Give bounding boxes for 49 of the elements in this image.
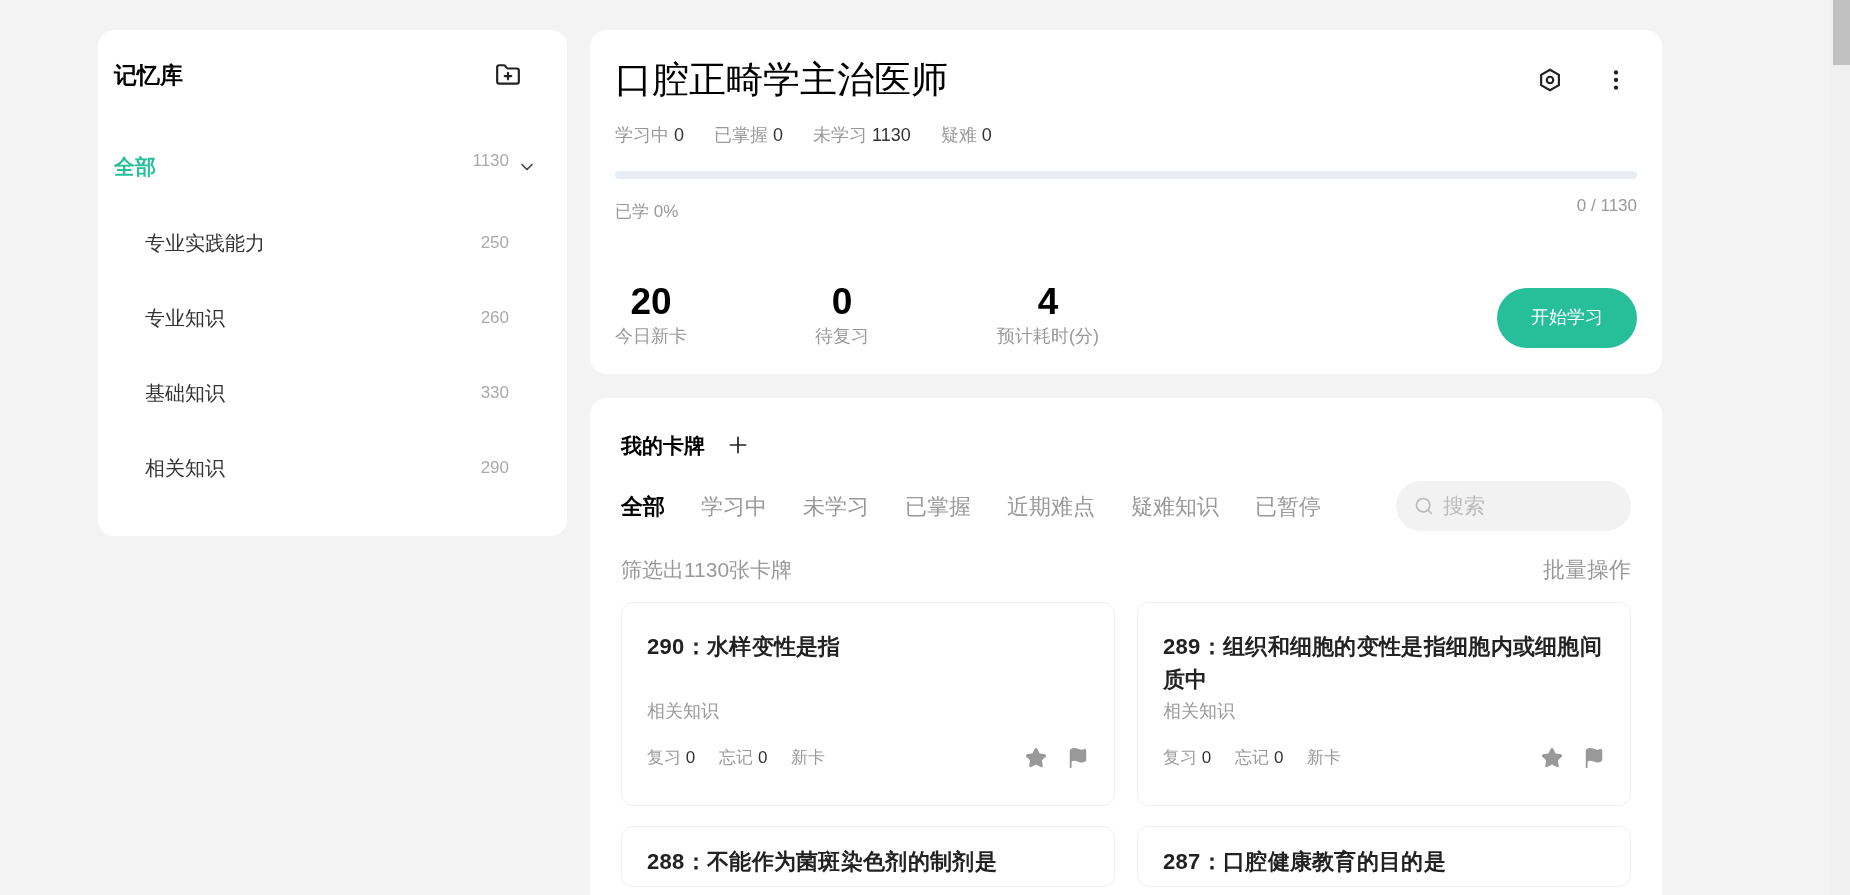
item-count: 290 [480, 457, 509, 480]
filter-summary: 筛选出1130张卡牌 [621, 556, 793, 583]
settings-icon[interactable] [1537, 67, 1563, 93]
forget-count: 忘记 0 [719, 747, 768, 769]
search-icon [1414, 496, 1434, 516]
deck-title: 口腔正畸学主治医师 [615, 58, 948, 102]
scrollbar-thumb[interactable] [1833, 0, 1850, 65]
card-status: 新卡 [1307, 747, 1342, 769]
flash-card[interactable]: 289：组织和细胞的变性是指细胞内或细胞间质中 相关知识 复习 0 忘记 0 新卡 [1137, 602, 1631, 806]
filter-tab[interactable]: 全部 [621, 489, 665, 523]
flash-card[interactable]: 287：口腔健康教育的目的是 [1137, 825, 1631, 887]
star-icon[interactable] [1025, 746, 1047, 769]
stat-number: 0 [831, 280, 853, 323]
stat-text: 学习中 0 [615, 124, 685, 147]
card-title: 287：口腔健康教育的目的是 [1163, 847, 1447, 876]
flash-card[interactable]: 288：不能作为菌斑染色剂的制剂是 [621, 825, 1115, 887]
card-category: 相关知识 [647, 700, 720, 723]
star-icon[interactable] [1541, 746, 1563, 769]
flash-card[interactable]: 290：水样变性是指 相关知识 复习 0 忘记 0 新卡 [621, 602, 1115, 806]
stat-text: 未学习 1130 [813, 124, 911, 147]
progress-reading: 0 / 1130 [1576, 195, 1637, 217]
stat-text: 疑难 0 [940, 124, 992, 147]
tree-item[interactable]: 基础知识 330 [114, 355, 551, 431]
tree-item[interactable]: 专业实践能力 250 [114, 205, 551, 281]
tree-item[interactable]: 相关知识 290 [114, 430, 551, 506]
progress-caption: 已学 0% [615, 201, 679, 223]
sidebar-title: 记忆库 [114, 61, 183, 90]
card-title: 289：组织和细胞的变性是指细胞内或细胞间质中 [1163, 633, 1603, 694]
card-status: 新卡 [791, 747, 826, 769]
panel-title: 我的卡牌 [621, 432, 705, 459]
stat-label: 待复习 [815, 324, 869, 348]
item-count: 330 [480, 382, 509, 405]
stat-number: 4 [1037, 280, 1059, 323]
card-title: 290：水样变性是指 [647, 633, 842, 661]
item-count: 260 [480, 307, 509, 330]
card-category: 相关知识 [1163, 700, 1236, 723]
flag-icon[interactable] [1067, 746, 1089, 769]
stat-text: 已掌握 0 [714, 124, 784, 147]
review-count: 复习 0 [1163, 747, 1212, 769]
stat-number: 20 [630, 280, 672, 323]
tree-item[interactable]: 专业知识 260 [114, 280, 551, 356]
item-count: 250 [480, 232, 509, 255]
stat-label: 今日新卡 [615, 324, 687, 348]
forget-count: 忘记 0 [1235, 747, 1284, 769]
card-title: 288：不能作为菌斑染色剂的制剂是 [647, 847, 998, 876]
stat-label: 预计耗时(分) [997, 324, 1099, 348]
item-count: 1130 [472, 149, 509, 172]
flag-icon[interactable] [1583, 746, 1605, 769]
review-count: 复习 0 [647, 747, 696, 769]
